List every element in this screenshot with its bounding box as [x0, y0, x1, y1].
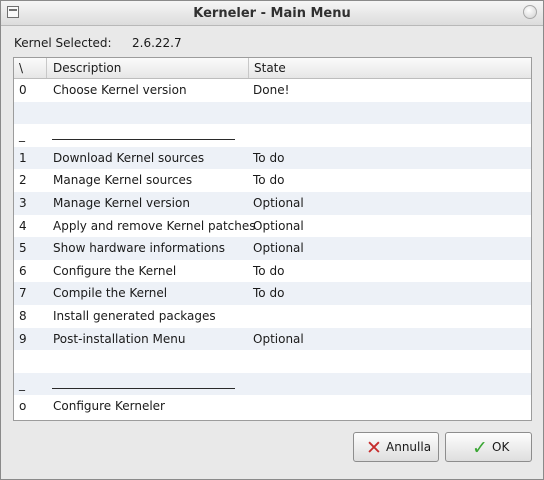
row-description: Apply and remove Kernel patches [53, 218, 256, 233]
row-description: Install generated packages [53, 308, 216, 323]
row-description: Post-installation Menu [53, 331, 186, 346]
row-description: Show hardware informations [53, 241, 226, 256]
row-description: Download Kernel sources [53, 150, 205, 165]
column-header-number[interactable]: \ [14, 58, 47, 78]
row-description: Configure Kerneler [53, 399, 165, 414]
row-state: To do [253, 263, 285, 278]
list-row[interactable]: 7 Compile the Kernel To do [14, 282, 531, 305]
row-number: o [19, 399, 27, 414]
row-state: To do [253, 150, 285, 165]
row-number: 7 [19, 286, 27, 301]
row-state: Optional [253, 218, 304, 233]
row-number: 4 [19, 218, 27, 233]
separator-line [52, 139, 235, 141]
row-number: 8 [19, 308, 27, 323]
main-menu-window: Kerneler - Main Menu Kernel Selected: 2.… [0, 0, 544, 480]
row-state: Done! [253, 83, 290, 97]
list-rows: 0 Choose Kernel version Done! _ 1 Downlo… [14, 79, 531, 418]
row-number: 2 [19, 173, 27, 188]
cross-icon: ✕ [366, 437, 382, 459]
window-title: Kerneler - Main Menu [193, 6, 351, 21]
row-description: Compile the Kernel [53, 286, 168, 301]
list-row-empty[interactable] [14, 101, 531, 125]
list-row[interactable]: o Configure Kerneler [14, 395, 531, 418]
list-row[interactable]: 0 Choose Kernel version Done! [14, 79, 531, 102]
list-row[interactable]: 6 Configure the Kernel To do [14, 260, 531, 283]
list-row-separator[interactable]: _ [14, 124, 531, 147]
cancel-button-label: Annulla [386, 440, 432, 454]
row-number: _ [19, 128, 25, 143]
row-state: To do [253, 173, 285, 188]
row-number: 6 [19, 263, 27, 278]
row-description: Choose Kernel version [53, 83, 187, 97]
close-icon[interactable] [523, 5, 537, 19]
row-description: Manage Kernel sources [53, 173, 193, 188]
list-row[interactable]: 8 Install generated packages [14, 305, 531, 328]
kernel-selected-value: 2.6.22.7 [132, 36, 182, 50]
row-state: Optional [253, 195, 304, 210]
list-row[interactable]: 2 Manage Kernel sources To do [14, 169, 531, 192]
row-state: To do [253, 286, 285, 301]
list-row[interactable]: 1 Download Kernel sources To do [14, 146, 531, 170]
list-row[interactable]: 3 Manage Kernel version Optional [14, 191, 531, 215]
checkmark-icon: ✓ [472, 437, 488, 459]
list-header: \ Description State [14, 58, 531, 79]
row-state: Optional [253, 241, 304, 256]
list-row[interactable]: 5 Show hardware informations Optional [14, 237, 531, 260]
row-description: Manage Kernel version [53, 195, 190, 210]
column-header-description[interactable]: Description [47, 58, 249, 78]
kernel-selected-label: Kernel Selected: [14, 36, 112, 50]
ok-button[interactable]: ✓ OK [445, 432, 532, 462]
list-row[interactable]: 4 Apply and remove Kernel patches Option… [14, 215, 531, 238]
menu-list[interactable]: \ Description State 0 Choose Kernel vers… [13, 57, 532, 421]
column-header-state[interactable]: State [249, 58, 531, 78]
row-number: _ [19, 376, 25, 391]
list-row[interactable]: 9 Post-installation Menu Optional [14, 327, 531, 351]
ok-button-label: OK [492, 440, 510, 454]
list-row-separator[interactable]: _ [14, 372, 531, 396]
row-number: 5 [19, 241, 27, 256]
row-number: 1 [19, 150, 27, 165]
title-bar[interactable]: Kerneler - Main Menu [1, 1, 543, 26]
row-state: Optional [253, 331, 304, 346]
list-row-empty[interactable] [14, 350, 531, 373]
row-number: 0 [19, 83, 27, 97]
row-description: Configure the Kernel [53, 263, 177, 278]
cancel-button[interactable]: ✕ Annulla [353, 432, 439, 462]
separator-line [52, 387, 235, 389]
row-number: 3 [19, 195, 27, 210]
row-number: 9 [19, 331, 27, 346]
